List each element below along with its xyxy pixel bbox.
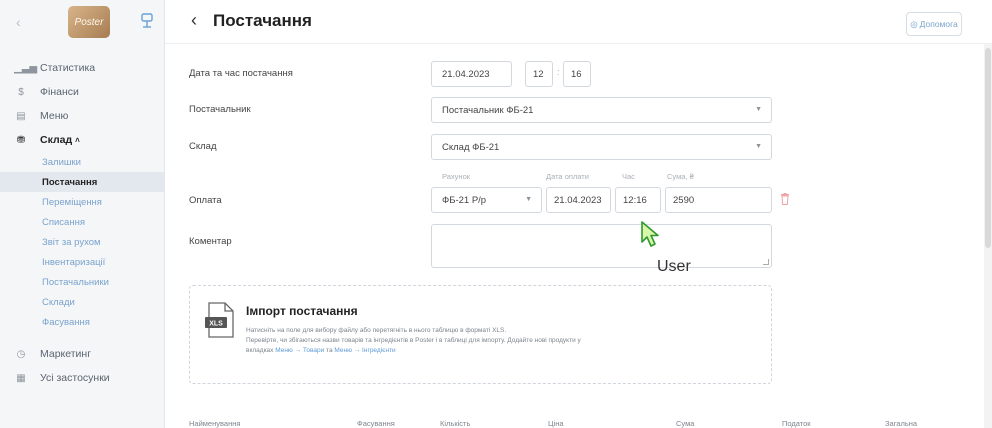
- apps-icon: ▦: [16, 372, 26, 384]
- import-line-1: Натисніть на поле для вибору файлу або п…: [246, 327, 507, 334]
- sidebar-item-label: Усі застосунки: [40, 372, 110, 384]
- sidebar-sub-warehouses[interactable]: Склади: [0, 292, 165, 312]
- table-header-quantity[interactable]: Кількість: [440, 419, 470, 428]
- sidebar-item-marketing[interactable]: ◷ Маркетинг: [0, 342, 165, 366]
- table-header-sum[interactable]: Сума: [676, 419, 694, 428]
- sidebar-sub-inventory[interactable]: Інвентаризації: [0, 252, 165, 272]
- payment-sum-input[interactable]: 2590: [665, 187, 772, 213]
- import-description: Натисніть на поле для вибору файлу або п…: [246, 326, 746, 356]
- chevron-up-icon: ˄: [75, 135, 80, 145]
- marketing-icon: ◷: [16, 348, 26, 360]
- main-nav: ▁▃▅ Статистика $ Фінанси ▤ Меню ⛃ Склад …: [0, 56, 165, 390]
- supplier-label: Постачальник: [189, 104, 251, 115]
- warehouse-label: Склад: [189, 141, 217, 152]
- table-header-name[interactable]: Найменування: [189, 419, 240, 428]
- sidebar-sub-suppliers[interactable]: Постачальники: [0, 272, 165, 292]
- sidebar-sub-movement-report[interactable]: Звіт за рухом: [0, 232, 165, 252]
- sidebar-item-finance[interactable]: $ Фінанси: [0, 80, 165, 104]
- sidebar-top: ‹ Poster: [0, 0, 164, 44]
- menu-doc-icon: ▤: [16, 110, 26, 122]
- payment-label: Оплата: [189, 195, 222, 206]
- resize-handle-icon[interactable]: [763, 259, 769, 265]
- pin-icon[interactable]: [140, 13, 154, 29]
- date-input[interactable]: 21.04.2023: [431, 61, 512, 87]
- sidebar-sub-supplies[interactable]: Постачання: [0, 172, 165, 192]
- hour-input[interactable]: 12: [525, 61, 553, 87]
- payment-date-input[interactable]: 21.04.2023: [546, 187, 611, 213]
- comment-label: Коментар: [189, 236, 232, 247]
- import-line-2: Перевірте, чи збігаються назви товарів т…: [246, 337, 581, 344]
- dollar-icon: $: [18, 86, 24, 98]
- page-title: Постачання: [213, 11, 312, 30]
- warehouse-select[interactable]: Склад ФБ-21 ▼: [431, 134, 772, 160]
- time-separator: :: [557, 67, 560, 77]
- date-value: 21.04.2023: [442, 68, 490, 80]
- chevron-down-icon: ▼: [525, 196, 532, 203]
- sidebar-item-label: Статистика: [40, 62, 96, 74]
- back-arrow-icon[interactable]: ‹: [191, 10, 197, 31]
- mouse-cursor-icon: [641, 221, 659, 247]
- table-header-price[interactable]: Ціна: [548, 419, 564, 428]
- minute-value: 16: [571, 68, 582, 80]
- payment-time-mini-label: Час: [622, 172, 635, 181]
- menu-products-link[interactable]: Меню → Товари: [275, 347, 324, 354]
- cursor-user-label: User: [657, 258, 691, 275]
- table-header-packaging[interactable]: Фасування: [357, 419, 395, 428]
- sidebar-item-statistics[interactable]: ▁▃▅ Статистика: [0, 56, 165, 80]
- brand-logo[interactable]: Poster: [68, 6, 110, 38]
- minute-input[interactable]: 16: [563, 61, 591, 87]
- sidebar-item-label: Склад: [40, 134, 73, 146]
- payment-date-value: 21.04.2023: [554, 194, 602, 206]
- collapse-sidebar-icon[interactable]: ‹: [16, 14, 21, 30]
- chevron-down-icon: ▼: [755, 143, 762, 150]
- scrollbar-thumb[interactable]: [985, 48, 991, 248]
- supplier-select[interactable]: Постачальник ФБ-21 ▼: [431, 97, 772, 123]
- help-label: Допомога: [919, 19, 958, 29]
- sidebar: ‹ Poster ▁▃▅ Статистика $ Фінанси ▤ Меню…: [0, 0, 165, 428]
- account-value: ФБ-21 Р/р: [442, 194, 487, 206]
- xls-label: XLS: [209, 321, 223, 328]
- help-icon: ◎: [910, 18, 918, 29]
- bar-chart-icon: ▁▃▅: [14, 62, 38, 74]
- payment-sum-mini-label: Сума, ₴: [667, 172, 694, 181]
- warehouse-icon: ⛃: [16, 134, 26, 146]
- import-line-3-prefix: вкладках: [246, 347, 276, 354]
- page-header: ‹ Постачання ◎ Допомога: [165, 0, 992, 44]
- chevron-down-icon: ▼: [755, 106, 762, 113]
- sidebar-sub-transfers[interactable]: Переміщення: [0, 192, 165, 212]
- import-line-3: вкладках Меню → Товари та Меню → Інгреді…: [246, 346, 746, 356]
- payment-time-value: 12:16: [623, 194, 647, 206]
- account-mini-label: Рахунок: [442, 172, 471, 181]
- menu-ingredients-link[interactable]: Меню → Інгредієнти: [334, 347, 395, 354]
- sidebar-item-label: Меню: [40, 110, 69, 122]
- sidebar-item-menu[interactable]: ▤ Меню: [0, 104, 165, 128]
- payment-date-mini-label: Дата оплати: [546, 172, 589, 181]
- help-button[interactable]: ◎ Допомога: [906, 12, 962, 36]
- xls-file-icon: XLS: [205, 302, 234, 338]
- sidebar-item-warehouse[interactable]: ⛃ Склад ˄: [0, 128, 165, 152]
- sidebar-item-label: Маркетинг: [40, 348, 92, 360]
- sidebar-item-all-apps[interactable]: ▦ Усі застосунки: [0, 366, 165, 390]
- payment-time-input[interactable]: 12:16: [615, 187, 661, 213]
- table-header-total[interactable]: Загальна: [885, 419, 917, 428]
- account-select[interactable]: ФБ-21 Р/р ▼: [431, 187, 542, 213]
- import-line-3-and: та: [324, 347, 335, 354]
- sidebar-item-label: Фінанси: [40, 86, 79, 98]
- sidebar-sub-stock[interactable]: Залишки: [0, 152, 165, 172]
- table-header-tax[interactable]: Податок: [782, 419, 811, 428]
- hour-value: 12: [533, 68, 544, 80]
- import-title: Імпорт постачання: [246, 304, 358, 318]
- page-scrollbar[interactable]: [984, 44, 992, 428]
- warehouse-value: Склад ФБ-21: [442, 141, 500, 153]
- date-label: Дата та час постачання: [189, 68, 293, 79]
- sidebar-sub-packaging[interactable]: Фасування: [0, 312, 165, 332]
- trash-icon[interactable]: [780, 193, 790, 205]
- supplier-value: Постачальник ФБ-21: [442, 104, 534, 116]
- sidebar-sub-writeoffs[interactable]: Списання: [0, 212, 165, 232]
- comment-textarea[interactable]: [431, 224, 772, 268]
- payment-sum-value: 2590: [673, 194, 695, 206]
